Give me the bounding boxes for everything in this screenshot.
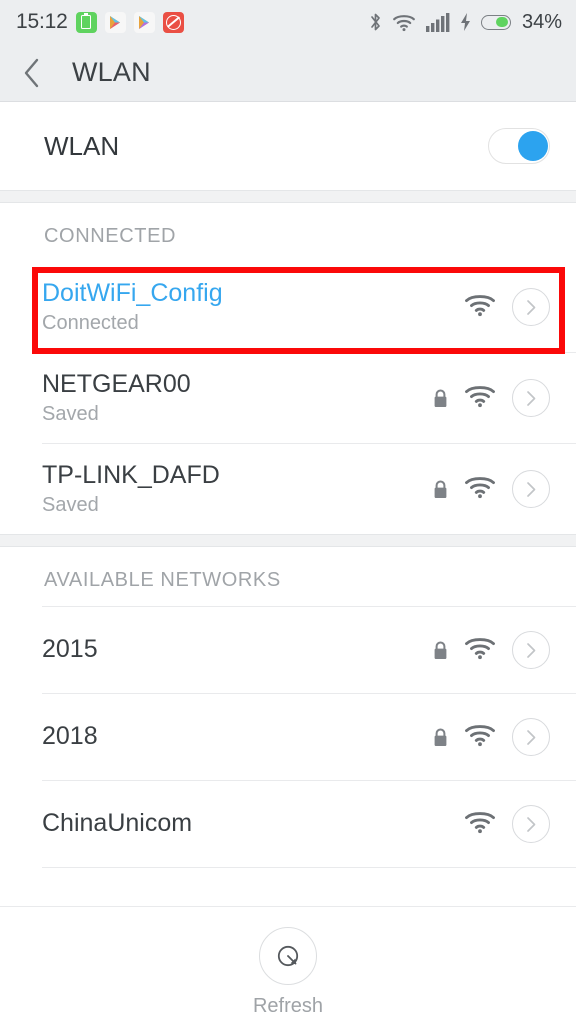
wifi-signal-icon xyxy=(464,636,496,665)
network-row-chinaunicom[interactable]: ChinaUnicom xyxy=(0,781,576,867)
wifi-signal-icon xyxy=(464,384,496,413)
network-ssid: 2018 xyxy=(42,722,98,751)
network-text: TP-LINK_DAFD Saved xyxy=(42,461,220,517)
status-bar-clock: 15:12 xyxy=(16,10,68,33)
wifi-icon xyxy=(392,13,416,32)
battery-icon xyxy=(480,14,511,30)
network-text: 2015 xyxy=(42,635,98,665)
network-row-icons xyxy=(432,805,550,843)
section-header-connected: CONNECTED xyxy=(0,203,576,262)
wlan-toggle-row[interactable]: WLAN xyxy=(0,102,576,190)
lock-icon xyxy=(432,480,448,499)
network-status: Saved xyxy=(42,493,99,516)
network-row-netgear00[interactable]: NETGEAR00 Saved xyxy=(0,353,576,443)
network-status: Saved xyxy=(42,402,99,425)
lock-icon xyxy=(432,389,448,408)
network-row-icons xyxy=(432,288,550,326)
play-store-icon xyxy=(104,11,126,33)
wlan-switch[interactable] xyxy=(488,128,550,164)
network-text: 2018 xyxy=(42,722,98,752)
wifi-signal-icon xyxy=(464,293,496,322)
network-row-icons xyxy=(432,718,550,756)
page-title: WLAN xyxy=(72,57,151,87)
network-status: Connected xyxy=(42,311,139,334)
network-ssid: NETGEAR00 xyxy=(42,370,191,399)
network-text: DoitWiFi_Config Connected xyxy=(42,279,223,335)
battery-percent-label: 34% xyxy=(521,10,562,33)
network-row-doitwifi-config[interactable]: DoitWiFi_Config Connected xyxy=(0,262,576,352)
chevron-right-circle-icon[interactable] xyxy=(512,288,550,326)
refresh-button[interactable] xyxy=(259,927,317,985)
network-row-icons xyxy=(432,631,550,669)
network-ssid: DoitWiFi_Config xyxy=(42,279,223,308)
status-bar-right: 34% xyxy=(369,11,562,34)
network-row-2015[interactable]: 2015 xyxy=(0,607,576,693)
lock-icon xyxy=(432,728,448,747)
wlan-toggle-label: WLAN xyxy=(44,130,120,161)
network-text: ChinaUnicom xyxy=(42,809,192,839)
chevron-right-circle-icon[interactable] xyxy=(512,718,550,756)
no-entry-icon xyxy=(162,11,184,33)
chevron-right-circle-icon[interactable] xyxy=(512,379,550,417)
connected-network-list: DoitWiFi_Config Connected NETGEAR00 Save… xyxy=(0,262,576,534)
network-row-2018[interactable]: 2018 xyxy=(0,694,576,780)
network-ssid: ChinaUnicom xyxy=(42,809,193,838)
section-header-available: AVAILABLE NETWORKS xyxy=(0,547,576,606)
chevron-left-icon[interactable] xyxy=(22,57,52,89)
chevron-right-circle-icon[interactable] xyxy=(512,470,550,508)
charging-bolt-icon xyxy=(460,13,471,31)
cellular-signal-icon xyxy=(425,12,450,32)
chevron-right-circle-icon[interactable] xyxy=(512,805,550,843)
row-divider xyxy=(42,867,576,868)
footer-toolbar: Refresh xyxy=(0,906,576,1024)
status-bar: 15:12 34% xyxy=(0,0,576,44)
lock-icon xyxy=(432,641,448,660)
section-gap xyxy=(0,190,576,203)
network-row-tp-link-dafd[interactable]: TP-LINK_DAFD Saved xyxy=(0,444,576,534)
network-ssid: TP-LINK_DAFD xyxy=(42,461,220,490)
available-network-list: 2015 2018 ChinaUnicom xyxy=(0,607,576,868)
network-text: NETGEAR00 Saved xyxy=(42,370,191,426)
network-row-icons xyxy=(432,379,550,417)
refresh-scan-icon xyxy=(277,945,299,967)
wifi-signal-icon xyxy=(464,810,496,839)
refresh-label: Refresh xyxy=(252,995,324,1017)
app-header: WLAN xyxy=(0,44,576,102)
chevron-right-circle-icon[interactable] xyxy=(512,631,550,669)
network-ssid: 2015 xyxy=(42,635,98,664)
status-bar-left: 15:12 xyxy=(16,10,184,34)
bluetooth-icon xyxy=(369,12,382,32)
network-row-icons xyxy=(432,470,550,508)
section-gap xyxy=(0,534,576,547)
play-store-icon xyxy=(133,11,155,33)
wifi-signal-icon xyxy=(464,723,496,752)
wifi-signal-icon xyxy=(464,475,496,504)
battery-app-icon xyxy=(75,11,97,33)
switch-knob xyxy=(517,130,548,161)
